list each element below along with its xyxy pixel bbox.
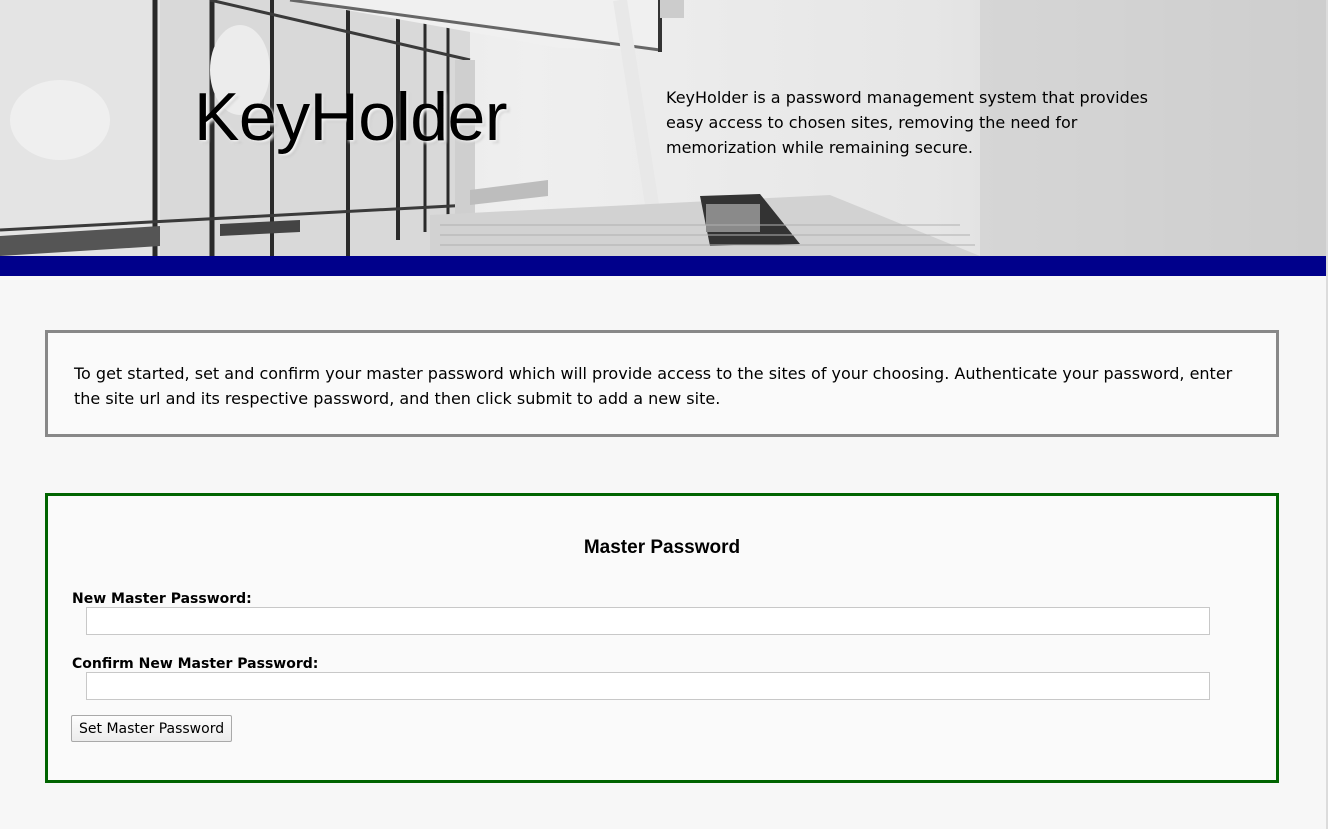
instructions-text: To get started, set and confirm your mas… (74, 364, 1233, 408)
new-master-password-label: New Master Password: (72, 591, 252, 607)
header-banner: KeyHolder KeyHolder is a password manage… (0, 0, 1326, 256)
master-password-form: Master Password New Master Password: Con… (45, 493, 1279, 783)
new-master-password-input[interactable] (86, 607, 1210, 635)
confirm-master-password-input[interactable] (86, 672, 1210, 700)
brand-tagline: KeyHolder is a password management syste… (666, 88, 1148, 157)
brand-title: KeyHolder (194, 79, 508, 155)
set-master-password-button[interactable]: Set Master Password (71, 715, 233, 742)
form-title: Master Password (583, 537, 741, 558)
confirm-master-password-label: Confirm New Master Password: (72, 656, 319, 672)
instructions-panel: To get started, set and confirm your mas… (45, 330, 1279, 437)
header-accent-bar (0, 256, 1326, 276)
